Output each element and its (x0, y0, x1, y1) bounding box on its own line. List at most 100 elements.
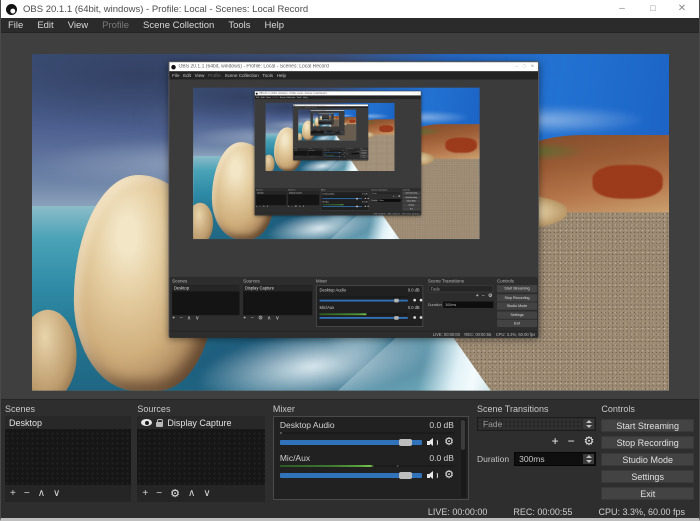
transition-select[interactable]: Fade (477, 417, 596, 431)
visibility-eye-icon[interactable] (141, 419, 152, 426)
captured-ch2-level: 0.0 dB (342, 154, 344, 155)
captured-desktop: OBS 20.1.1 (64bit, windows) - Profile: L… (32, 54, 669, 391)
captured-ch1-name: Desktop Audio (324, 150, 329, 151)
source-up-button[interactable]: ∧ (188, 488, 195, 499)
captured-cpu: CPU: 3.3%, 60.00 fps (359, 159, 367, 160)
captured-transition-combo: Fade (371, 192, 400, 195)
transition-properties-gear-icon[interactable]: ⚙ (584, 436, 595, 447)
controls-panel-title: Controls (601, 400, 694, 416)
scene-down-button[interactable]: ∨ (53, 488, 60, 499)
add-scene-button[interactable]: + (10, 488, 16, 499)
sources-list[interactable]: Display Capture (137, 416, 264, 485)
captured-live: LIVE: 00:00:00 (433, 332, 460, 338)
scene-up-button[interactable]: ∧ (38, 488, 45, 499)
speaker-icon[interactable] (427, 438, 439, 447)
speaker-icon[interactable] (427, 471, 439, 480)
gear-icon[interactable]: ⚙ (444, 437, 454, 448)
wallpaper-red-soil (379, 125, 393, 132)
captured-rec: REC: 00:00:55 (464, 332, 491, 338)
gear-icon (367, 198, 368, 199)
remove-scene-button[interactable]: − (24, 488, 30, 499)
scene-row-desktop[interactable]: Desktop (5, 416, 131, 429)
sources-toolbar: + − ⚙ ∧ ∨ (137, 485, 264, 502)
captured-scenes-panel: Scenes Desktop + − ∧ ∨ (256, 189, 286, 212)
slider-handle[interactable] (399, 472, 412, 479)
duration-input[interactable]: 300ms (514, 452, 596, 466)
gear-icon[interactable]: ⚙ (444, 470, 454, 481)
slider-handle[interactable] (399, 439, 412, 446)
mixer-ch2-header: Mic/Aux 0.0 dB (280, 453, 454, 464)
menu-profile[interactable]: Profile (95, 20, 136, 31)
captured-transitions-panel: Scene Transitions Fade + − ⚙ Duration 30… (346, 148, 359, 159)
captured-scenes-list: Desktop (172, 285, 239, 315)
exit-button[interactable]: Exit (601, 487, 694, 500)
menu-view[interactable]: View (61, 20, 95, 31)
captured-live: LIVE: 00:00:00 (373, 213, 385, 216)
captured-docks: Scenes Desktop + − ∧ ∨ Sources Display C… (311, 130, 345, 135)
recursive-capture-mount: OBS 20.1.1 (64bit, windows) - Profile: L… (318, 114, 333, 122)
captured-source-row: Display Capture (308, 150, 322, 151)
minimize-button[interactable]: – (607, 0, 637, 18)
captured-menu-edit: Edit (183, 73, 191, 78)
volume-slider[interactable] (280, 440, 422, 445)
captured-btn: Exit (497, 320, 537, 327)
remove-source-button[interactable]: − (156, 488, 162, 499)
captured-scene-row: Desktop (172, 285, 239, 291)
source-properties-gear-icon[interactable]: ⚙ (170, 487, 180, 500)
captured-controls-panel: Controls Start Streaming Stop Recording … (360, 148, 368, 159)
start-streaming-button[interactable]: Start Streaming (601, 419, 694, 432)
captured-transition-combo: Fade (428, 285, 494, 292)
captured-ch2-level: 0.0 dB (362, 201, 367, 203)
scene-transitions-panel: Scene Transitions Fade + − ⚙ Duration 30… (477, 400, 596, 504)
preview-capture: OBS 20.1.1 (64bit, windows) - Profile: L… (32, 54, 669, 391)
scenes-list[interactable]: Desktop (5, 416, 131, 485)
statusbar: LIVE: 00:00:00 REC: 00:00:55 CPU: 3.3%, … (1, 504, 699, 520)
captured-menu-profile: Profile (208, 73, 221, 78)
captured-btn: Exit (402, 207, 420, 210)
captured-scenes-toolbar: + − ∧ ∨ (311, 133, 317, 134)
scenes-panel: Scenes Desktop + − ∧ ∨ (5, 400, 131, 504)
close-icon: ✕ (417, 92, 420, 94)
captured-scene-row: Desktop (256, 192, 286, 195)
speaker-icon (365, 206, 366, 207)
captured-desktop: OBS 20.1.1 (64bit, windows) - Profile: L… (266, 103, 395, 171)
scene-label: Desktop (9, 418, 42, 428)
captured-preview: OBS 20.1.1 (64bit, windows) - Profile: L… (255, 99, 421, 188)
maximize-button[interactable]: □ (638, 0, 668, 18)
captured-duration-value: 300ms (336, 132, 341, 133)
captured-duration-value: 300ms (378, 199, 400, 202)
add-source-button[interactable]: + (142, 488, 148, 499)
captured-rec: REC: 00:00:55 (388, 213, 400, 216)
obs-logo-icon (6, 4, 17, 15)
menu-file[interactable]: File (1, 20, 30, 31)
captured-docks: Scenes Desktop + − ∧ ∨ Sources Display C… (293, 148, 368, 159)
menu-help[interactable]: Help (258, 20, 292, 31)
add-transition-button[interactable]: + (552, 434, 559, 448)
menu-scene-collection[interactable]: Scene Collection (136, 20, 221, 31)
duration-spinner-icon[interactable] (583, 454, 594, 464)
menu-tools[interactable]: Tools (221, 20, 257, 31)
mixer-scrollbar[interactable] (461, 419, 466, 497)
lock-icon[interactable] (156, 422, 163, 427)
scrollbar-thumb[interactable] (461, 420, 465, 450)
volume-slider[interactable] (280, 473, 422, 478)
captured-scenes-toolbar: + − ∧ ∨ (256, 205, 286, 209)
source-down-button[interactable]: ∨ (203, 488, 210, 499)
captured-sources-list: Display Capture (288, 192, 319, 206)
studio-mode-button[interactable]: Studio Mode (601, 453, 694, 466)
close-button[interactable]: ✕ (667, 0, 697, 18)
source-row-display-capture[interactable]: Display Capture (137, 416, 264, 429)
gear-icon (344, 156, 345, 157)
captured-sources-panel: Sources Display Capture + − ⚙ ∧ ∨ (308, 148, 322, 159)
remove-transition-button[interactable]: − (568, 434, 575, 448)
recursive-capture: OBS 20.1.1 (64bit, windows) - Profile: L… (193, 88, 480, 240)
preview-canvas[interactable]: OBS 20.1.1 (64bit, windows) - Profile: L… (1, 33, 699, 399)
recursive-capture-mount: OBS 20.1.1 (64bit, windows) - Profile: L… (255, 99, 421, 188)
menu-edit[interactable]: Edit (30, 20, 60, 31)
maximize-icon: □ (523, 64, 528, 69)
settings-button[interactable]: Settings (601, 470, 694, 483)
combo-spinner-icon[interactable] (583, 419, 594, 429)
titlebar[interactable]: OBS 20.1.1 (64bit, windows) - Profile: L… (1, 0, 699, 18)
stop-recording-button[interactable]: Stop Recording (601, 436, 694, 449)
captured-docks: Scenes Desktop + − ∧ ∨ Sources Display C… (318, 122, 333, 124)
